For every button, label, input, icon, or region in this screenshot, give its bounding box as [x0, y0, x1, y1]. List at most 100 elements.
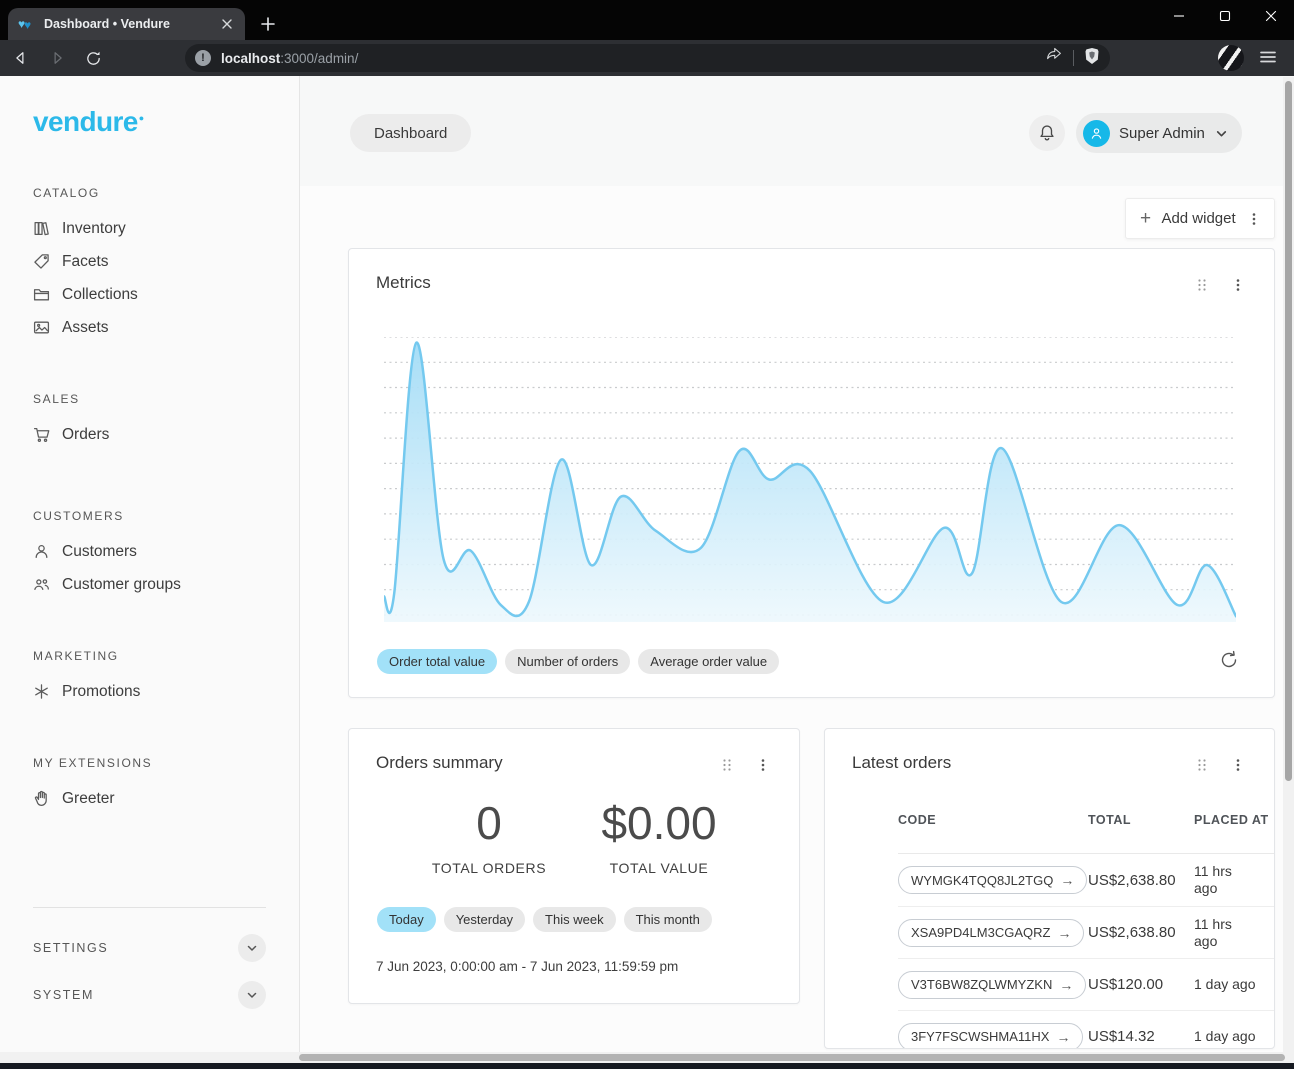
sidebar-system-toggle[interactable]: SYSTEM	[33, 981, 266, 1009]
order-placed-at: 1 day ago	[1194, 1028, 1274, 1045]
tab-number-of-orders[interactable]: Number of orders	[505, 649, 630, 674]
kebab-menu-icon[interactable]	[755, 757, 771, 773]
order-placed-at: 11 hrs ago	[1194, 863, 1274, 897]
order-code-link[interactable]: XSA9PD4LM3CGAQRZ→	[898, 919, 1084, 947]
window-minimize-button[interactable]	[1156, 0, 1202, 32]
metrics-chart	[384, 337, 1236, 622]
share-icon[interactable]	[1045, 47, 1063, 70]
arrow-right-icon: →	[1056, 1029, 1070, 1045]
drag-handle-icon[interactable]	[1194, 277, 1210, 293]
filter-this-month[interactable]: This month	[624, 907, 712, 932]
collections-icon	[33, 286, 50, 303]
tab-average-order-value[interactable]: Average order value	[638, 649, 779, 674]
horizontal-scrollbar[interactable]	[0, 1052, 1294, 1063]
browser-profile-avatar[interactable]	[1218, 45, 1244, 71]
sidebar-settings-toggle[interactable]: SETTINGS	[33, 934, 266, 962]
vendure-logo[interactable]: vendure●	[33, 106, 299, 138]
chevron-down-icon[interactable]	[238, 981, 266, 1009]
filter-today[interactable]: Today	[377, 907, 436, 932]
kebab-menu-icon[interactable]	[1246, 211, 1262, 227]
sidebar-item-assets[interactable]: Assets	[0, 311, 299, 344]
url-bar[interactable]: ! localhost:3000/admin/	[185, 44, 1110, 72]
kebab-menu-icon[interactable]	[1230, 757, 1246, 773]
inventory-icon	[33, 220, 50, 237]
order-code-link[interactable]: 3FY7FSCWSHMA11HX→	[898, 1023, 1083, 1050]
window-controls	[1156, 0, 1294, 32]
table-row: WYMGK4TQQ8JL2TGQ→ US$2,638.80 11 hrs ago	[898, 854, 1274, 906]
arrow-right-icon: →	[1057, 925, 1071, 941]
metrics-title: Metrics	[376, 273, 431, 293]
order-placed-at: 1 day ago	[1194, 976, 1274, 993]
table-row: 3FY7FSCWSHMA11HX→ US$14.32 1 day ago	[898, 1010, 1274, 1049]
toolbar-divider	[1073, 50, 1074, 66]
table-header-row: CODE TOTAL PLACED AT	[898, 813, 1274, 854]
promotions-icon	[33, 683, 50, 700]
sidebar-item-promotions[interactable]: Promotions	[0, 675, 299, 708]
summary-filters: Today Yesterday This week This month	[377, 907, 712, 932]
sidebar-item-customer-groups[interactable]: Customer groups	[0, 568, 299, 601]
tab-close-icon[interactable]	[219, 16, 235, 32]
main-content: Dashboard Super Admin + Add widget	[300, 76, 1294, 1052]
user-menu[interactable]: Super Admin	[1076, 113, 1242, 153]
plus-icon: +	[1140, 209, 1151, 228]
total-orders-stat: 0 TOTAL ORDERS	[404, 797, 574, 876]
page-header: Dashboard Super Admin	[300, 76, 1294, 186]
order-code-link[interactable]: V3T6BW8ZQLWMYZKN→	[898, 971, 1086, 999]
site-info-icon[interactable]: !	[195, 50, 211, 66]
brave-shields-icon[interactable]	[1084, 47, 1100, 70]
customer-icon	[33, 543, 50, 560]
sidebar-divider	[33, 907, 266, 908]
sidebar-item-customers[interactable]: Customers	[0, 535, 299, 568]
column-placed-at: PLACED AT	[1194, 813, 1274, 827]
browser-window: ♥♥ Dashboard • Vendure	[0, 0, 1294, 1069]
forward-button-icon[interactable]	[42, 43, 72, 73]
summary-date-range: 7 Jun 2023, 0:00:00 am - 7 Jun 2023, 11:…	[376, 959, 678, 974]
window-close-button[interactable]	[1248, 0, 1294, 32]
arrow-right-icon: →	[1060, 872, 1074, 888]
new-tab-button[interactable]	[256, 12, 280, 36]
total-value-stat: $0.00 TOTAL VALUE	[574, 797, 744, 876]
browser-tab[interactable]: ♥♥ Dashboard • Vendure	[8, 8, 245, 40]
kebab-menu-icon[interactable]	[1230, 277, 1246, 293]
notifications-button[interactable]	[1029, 115, 1065, 151]
table-row: V3T6BW8ZQLWMYZKN→ US$120.00 1 day ago	[898, 958, 1274, 1010]
sidebar-item-collections[interactable]: Collections	[0, 278, 299, 311]
latest-orders-widget: Latest orders CODE TOTAL PLACED AT WYMGK…	[824, 728, 1275, 1049]
filter-yesterday[interactable]: Yesterday	[444, 907, 525, 932]
order-total: US$2,638.80	[1088, 872, 1194, 889]
refresh-button[interactable]	[1216, 647, 1242, 673]
vertical-scrollbar-thumb[interactable]	[1285, 81, 1292, 781]
vendure-favicon-icon: ♥♥	[18, 16, 36, 32]
chevron-down-icon[interactable]	[238, 934, 266, 962]
horizontal-scrollbar-thumb[interactable]	[299, 1054, 1285, 1061]
orders-cart-icon	[33, 426, 50, 443]
order-code-link[interactable]: WYMGK4TQQ8JL2TGQ→	[898, 866, 1087, 894]
drag-handle-icon[interactable]	[719, 757, 735, 773]
sidebar-item-orders[interactable]: Orders	[0, 418, 299, 451]
sidebar-item-greeter[interactable]: Greeter	[0, 782, 299, 815]
sidebar-item-facets[interactable]: Facets	[0, 245, 299, 278]
greeter-hand-icon	[33, 790, 50, 807]
add-widget-button[interactable]: + Add widget	[1125, 198, 1275, 239]
window-maximize-button[interactable]	[1202, 0, 1248, 32]
vertical-scrollbar[interactable]	[1283, 77, 1294, 1052]
reload-button-icon[interactable]	[78, 43, 108, 73]
tab-order-total-value[interactable]: Order total value	[377, 649, 497, 674]
orders-summary-widget: Orders summary 0 TOTAL ORDERS $0.00 TOTA…	[348, 728, 800, 1004]
drag-handle-icon[interactable]	[1194, 757, 1210, 773]
refresh-icon	[1219, 650, 1239, 670]
order-total: US$120.00	[1088, 976, 1194, 993]
summary-stats: 0 TOTAL ORDERS $0.00 TOTAL VALUE	[349, 797, 799, 876]
sidebar-item-inventory[interactable]: Inventory	[0, 212, 299, 245]
arrow-right-icon: →	[1059, 977, 1073, 993]
browser-menu-icon[interactable]	[1258, 47, 1282, 69]
column-code: CODE	[898, 813, 1088, 827]
breadcrumb[interactable]: Dashboard	[350, 114, 471, 152]
latest-orders-title: Latest orders	[852, 753, 951, 773]
url-host: localhost	[221, 51, 280, 66]
tab-title: Dashboard • Vendure	[44, 17, 219, 31]
back-button-icon[interactable]	[6, 43, 36, 73]
browser-toolbar: ! localhost:3000/admin/	[0, 40, 1294, 76]
filter-this-week[interactable]: This week	[533, 907, 616, 932]
bell-icon	[1038, 124, 1056, 142]
